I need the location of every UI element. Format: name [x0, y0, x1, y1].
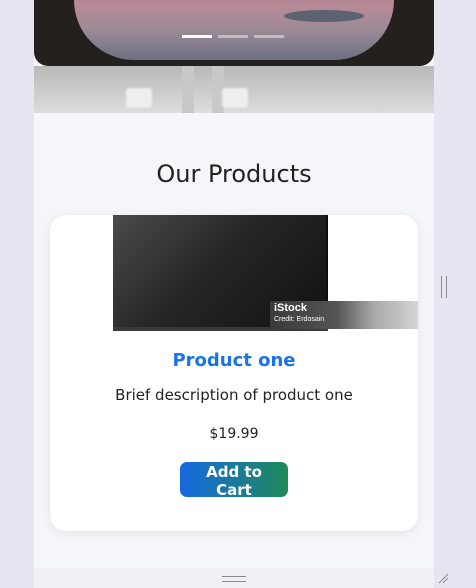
product-price: $19.99 — [209, 426, 259, 442]
section-title: Our Products — [156, 160, 312, 188]
image-watermark: iStock Credit: Erdosain — [270, 301, 418, 329]
carousel-indicator-2[interactable] — [218, 35, 248, 38]
watermark-credit: Credit: Erdosain — [274, 316, 325, 323]
hero-lower-image — [34, 66, 434, 113]
product-image[interactable]: iStock Credit: Erdosain — [113, 215, 418, 334]
carousel-indicator-3[interactable] — [254, 35, 284, 38]
page-frame: Our Products iStock Credit: Erdosain Pro… — [34, 0, 434, 588]
product-card: iStock Credit: Erdosain Product one Brie… — [50, 215, 418, 531]
bottom-bar — [34, 568, 434, 588]
carousel-indicators — [182, 35, 284, 38]
product-description: Brief description of product one — [115, 386, 353, 404]
strip-block — [222, 88, 248, 108]
drag-handle-icon[interactable] — [222, 576, 246, 582]
strip-post — [182, 66, 194, 113]
add-to-cart-button[interactable]: Add to Cart — [180, 462, 288, 499]
hero-image — [74, 0, 394, 60]
product-title[interactable]: Product one — [50, 350, 418, 371]
hero-image-cloud — [284, 10, 364, 22]
hero-carousel[interactable] — [34, 0, 434, 66]
watermark-brand: iStock — [274, 302, 308, 314]
carousel-indicator-1[interactable] — [182, 35, 212, 38]
resize-grip-icon[interactable] — [437, 572, 449, 584]
scroll-grip-icon[interactable] — [441, 276, 447, 298]
strip-block — [126, 88, 152, 108]
